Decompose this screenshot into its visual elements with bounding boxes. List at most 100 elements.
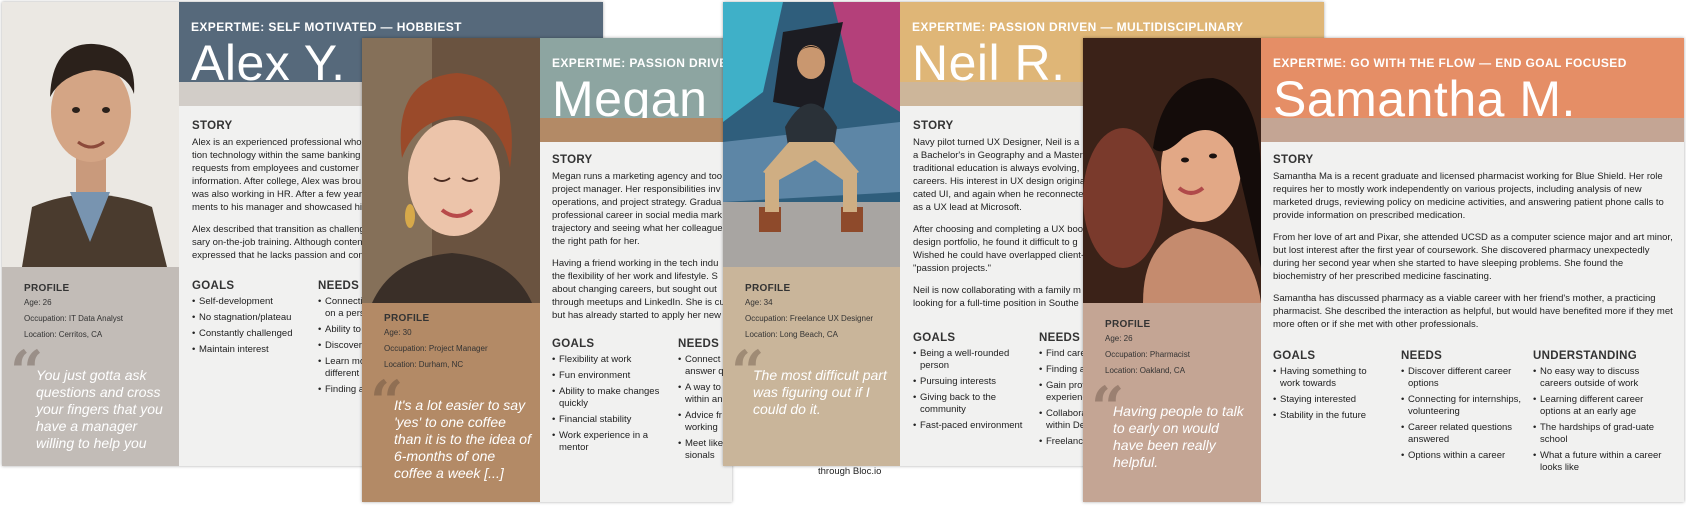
megan-tagline: EXPERTME: PASSION DRIVEN — <box>552 56 732 70</box>
neil-name: Neil R. <box>912 35 1066 82</box>
list-item: Being a well-rounded person <box>913 348 1023 372</box>
neil-tagline: EXPERTME: PASSION DRIVEN — MULTIDISCIPLI… <box>912 20 1244 34</box>
list-item: Ability to make changes quickly <box>552 386 662 410</box>
samantha-goals-heading: GOALS <box>1273 350 1316 362</box>
list-item: What a future within a career looks like <box>1533 450 1673 474</box>
list-item: Fast-paced environment <box>913 420 1023 432</box>
list-item: Maintain interest <box>192 344 302 356</box>
samantha-profile-heading: PROFILE <box>1105 319 1151 330</box>
alex-goals-heading: GOALS <box>192 280 235 292</box>
samantha-story-p2: From her love of art and Pixar, she atte… <box>1273 232 1673 282</box>
samantha-story-heading: STORY <box>1273 154 1314 166</box>
alex-occupation: Occupation: IT Data Analyst <box>24 314 124 323</box>
neil-photo <box>723 2 900 267</box>
neil-quote: The most difficult part was figuring out… <box>753 367 887 417</box>
samantha-portrait-illustration <box>1083 38 1261 303</box>
list-item: A way to within an <box>678 382 728 406</box>
list-item: Learning different career options at an … <box>1533 394 1673 418</box>
samantha-story-p3: Samantha has discussed pharmacy as a via… <box>1273 293 1673 330</box>
samantha-needs-heading: NEEDS <box>1401 350 1443 362</box>
megan-name: Megan <box>552 71 708 118</box>
neil-profile-panel: PROFILE Age: 34 Occupation: Freelance UX… <box>723 267 900 466</box>
neil-location: Location: Long Beach, CA <box>745 330 838 339</box>
megan-needs-heading: NEEDS <box>678 338 720 350</box>
alex-needs-heading: NEEDS <box>318 280 360 292</box>
samantha-photo <box>1083 38 1261 303</box>
megan-subband <box>540 118 732 142</box>
neil-story-heading: STORY <box>913 120 954 132</box>
samantha-name: Samantha M. <box>1273 71 1576 118</box>
megan-story-p1: Megan runs a marketing agency and too pr… <box>552 171 723 247</box>
neil-goals-heading: GOALS <box>913 332 956 344</box>
neil-age: Age: 34 <box>745 298 773 307</box>
samantha-age: Age: 26 <box>1105 334 1133 343</box>
list-item: Options within a career <box>1401 450 1521 462</box>
alex-age: Age: 26 <box>24 298 52 307</box>
neil-portrait-illustration <box>723 2 900 267</box>
list-item: Discover different career options <box>1401 366 1521 390</box>
megan-photo <box>362 38 540 303</box>
megan-needs: Connect answer q A way to within an Advi… <box>678 350 728 466</box>
persona-card-megan: EXPERTME: PASSION DRIVEN — Megan STORY M… <box>362 38 732 502</box>
alex-photo <box>2 2 179 267</box>
alex-goals: Self-development No stagnation/plateau C… <box>192 292 302 360</box>
megan-profile-info: PROFILE Age: 30 Occupation: Project Mana… <box>384 313 488 376</box>
samantha-subband <box>1261 118 1684 142</box>
list-item: Self-development <box>192 296 302 308</box>
alex-name: Alex Y. <box>191 35 346 82</box>
alex-story-p2: Alex described that transition as challe… <box>192 224 369 261</box>
megan-age: Age: 30 <box>384 328 412 337</box>
list-item: Pursuing interests <box>913 376 1023 388</box>
megan-goals: Flexibility at work Fun environment Abil… <box>552 350 662 458</box>
neil-story-p2: After choosing and completing a UX boo d… <box>913 224 1085 274</box>
neil-story: Navy pilot turned UX Designer, Neil is a… <box>913 136 1093 319</box>
list-item: Staying interested <box>1273 394 1388 406</box>
megan-story-p2: Having a friend working in the tech indu… <box>552 258 725 321</box>
samantha-needs: Discover different career options Connec… <box>1401 362 1521 466</box>
list-item: Work experience in a mentor <box>552 430 662 454</box>
samantha-profile-panel: PROFILE Age: 26 Occupation: Pharmacist L… <box>1083 303 1261 502</box>
list-item: Connect answer q <box>678 354 728 378</box>
alex-quote: You just gotta ask questions and cross y… <box>36 367 163 451</box>
megan-goals-heading: GOALS <box>552 338 595 350</box>
alex-profile-info: PROFILE Age: 26 Occupation: IT Data Anal… <box>24 283 123 346</box>
neil-profile-info: PROFILE Age: 34 Occupation: Freelance UX… <box>745 283 873 346</box>
alex-story-p1: Alex is an experienced professional who … <box>192 137 367 213</box>
megan-profile-heading: PROFILE <box>384 313 430 324</box>
list-item: No easy way to discuss careers outside o… <box>1533 366 1673 390</box>
samantha-header: EXPERTME: GO WITH THE FLOW — END GOAL FO… <box>1261 38 1684 118</box>
samantha-occupation: Occupation: Pharmacist <box>1105 350 1190 359</box>
list-item: Financial stability <box>552 414 662 426</box>
neil-goals: Being a well-rounded person Pursuing int… <box>913 344 1023 436</box>
alex-profile-panel: PROFILE Age: 26 Occupation: IT Data Anal… <box>2 267 179 466</box>
list-item: Stability in the future <box>1273 410 1388 422</box>
samantha-goals: Having something to work towards Staying… <box>1273 362 1388 426</box>
neil-story-p3: Neil is now collaborating with a family … <box>913 285 1081 309</box>
neil-story-p1: Navy pilot turned UX Designer, Neil is a… <box>913 137 1090 213</box>
list-item: No stagnation/plateau <box>192 312 302 324</box>
megan-quote: It's a lot easier to say 'yes' to one co… <box>394 397 531 481</box>
neil-clipped-text: through Bloc.io <box>818 466 882 477</box>
samantha-profile-info: PROFILE Age: 26 Occupation: Pharmacist L… <box>1105 319 1190 382</box>
alex-profile-heading: PROFILE <box>24 283 70 294</box>
list-item: Career related questions answered <box>1401 422 1521 446</box>
samantha-story: Samantha Ma is a recent graduate and lic… <box>1273 170 1673 340</box>
list-item: Fun environment <box>552 370 662 382</box>
neil-occupation: Occupation: Freelance UX Designer <box>745 314 874 323</box>
list-item: Having something to work towards <box>1273 366 1388 390</box>
samantha-understanding-heading: UNDERSTANDING <box>1533 350 1637 362</box>
alex-tagline: EXPERTME: SELF MOTIVATED — HOBBIEST <box>191 20 462 34</box>
alex-story: Alex is an experienced professional who … <box>192 136 382 271</box>
megan-story: Megan runs a marketing agency and too pr… <box>552 170 732 331</box>
persona-card-samantha: EXPERTME: GO WITH THE FLOW — END GOAL FO… <box>1083 38 1684 502</box>
list-item: Constantly challenged <box>192 328 302 340</box>
neil-needs-heading: NEEDS <box>1039 332 1081 344</box>
megan-header: EXPERTME: PASSION DRIVEN — Megan <box>540 38 732 118</box>
list-item: Giving back to the community <box>913 392 1023 416</box>
megan-portrait-illustration <box>362 38 540 303</box>
list-item: Flexibility at work <box>552 354 662 366</box>
neil-profile-heading: PROFILE <box>745 283 791 294</box>
megan-profile-panel: PROFILE Age: 30 Occupation: Project Mana… <box>362 303 540 502</box>
samantha-tagline: EXPERTME: GO WITH THE FLOW — END GOAL FO… <box>1273 56 1627 70</box>
samantha-understanding: No easy way to discuss careers outside o… <box>1533 362 1673 478</box>
